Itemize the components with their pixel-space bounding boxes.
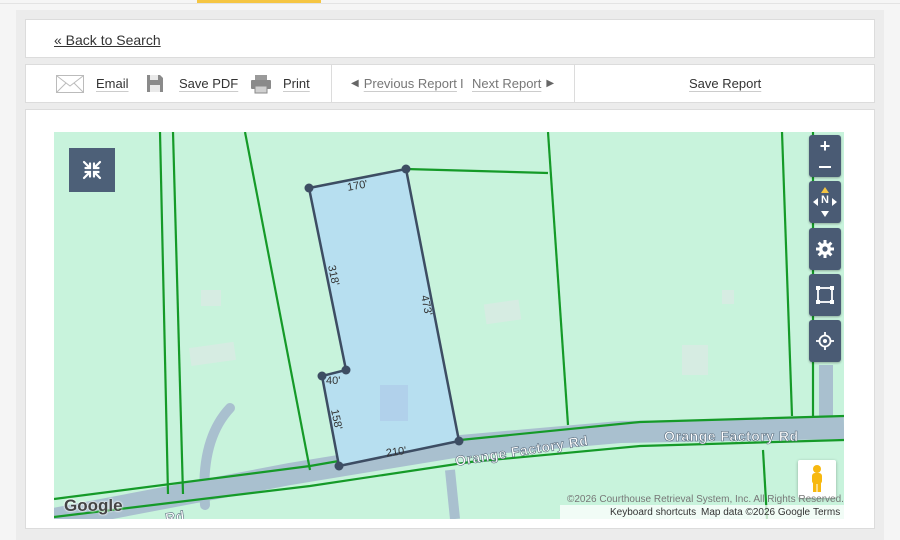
email-button[interactable]: Email [56, 65, 129, 102]
map-data-attribution: Map data ©2026 Google [701, 507, 811, 518]
zoom-out-button[interactable] [809, 156, 841, 177]
keyboard-shortcuts-link[interactable]: Keyboard shortcuts [610, 507, 696, 518]
report-toolbar: Email Save PDF Print ◀ Previous Report I… [25, 64, 875, 103]
report-nav-separator: I [460, 76, 464, 91]
save-report-button[interactable]: Save Report [689, 65, 761, 102]
locate-button[interactable] [809, 320, 841, 362]
caret-right-icon: ▶ [546, 78, 555, 89]
settings-gear-icon [816, 240, 834, 258]
email-label: Email [96, 76, 129, 91]
next-report-label: Next Report [472, 76, 542, 91]
collapse-map-button[interactable] [69, 148, 115, 192]
caret-left-icon: ◀ [351, 78, 359, 89]
top-divider [0, 3, 900, 4]
zoom-in-icon: + [819, 135, 831, 156]
back-panel: « Back to Search [25, 19, 875, 58]
map-settings-button[interactable] [809, 228, 841, 270]
road-label: Rd [164, 507, 186, 519]
save-report-label: Save Report [689, 76, 762, 91]
zoom-out-icon [819, 165, 831, 168]
select-area-button[interactable] [809, 274, 841, 316]
compass-button[interactable]: N [809, 181, 841, 223]
terms-link[interactable]: Terms [813, 507, 840, 518]
locate-icon [816, 332, 834, 350]
dimension-label: 40' [326, 375, 340, 387]
previous-report-button[interactable]: ◀ Previous Report [351, 65, 457, 102]
google-logo: Google [64, 496, 123, 515]
zoom-in-button[interactable]: + [809, 135, 841, 156]
email-icon [56, 74, 84, 93]
collapse-icon [82, 160, 102, 180]
street-view-button[interactable] [798, 460, 836, 498]
toolbar-divider [331, 65, 332, 102]
save-pdf-button[interactable]: Save PDF [146, 65, 238, 102]
save-pdf-label: Save PDF [179, 76, 239, 91]
street-view-pegman-icon [812, 465, 822, 492]
next-report-button[interactable]: Next Report ▶ [472, 65, 554, 102]
zoom-controls: + [809, 135, 841, 177]
previous-report-label: Previous Report [363, 76, 457, 91]
save-disk-icon [147, 75, 163, 92]
back-to-search-link[interactable]: « Back to Search [54, 32, 161, 48]
road-label: Orange Factory Rd [664, 428, 799, 444]
printer-icon [251, 74, 271, 93]
select-area-icon [816, 286, 834, 304]
compass-label: N [821, 194, 829, 206]
print-button[interactable]: Print [250, 65, 310, 102]
print-label: Print [283, 76, 310, 91]
parcel-map[interactable]: 170' 473' 210' 158' 40' 318' Orange Fact… [54, 132, 844, 519]
toolbar-divider [574, 65, 575, 102]
map-copyright: ©2026 Courthouse Retrieval System, Inc. … [567, 494, 844, 505]
